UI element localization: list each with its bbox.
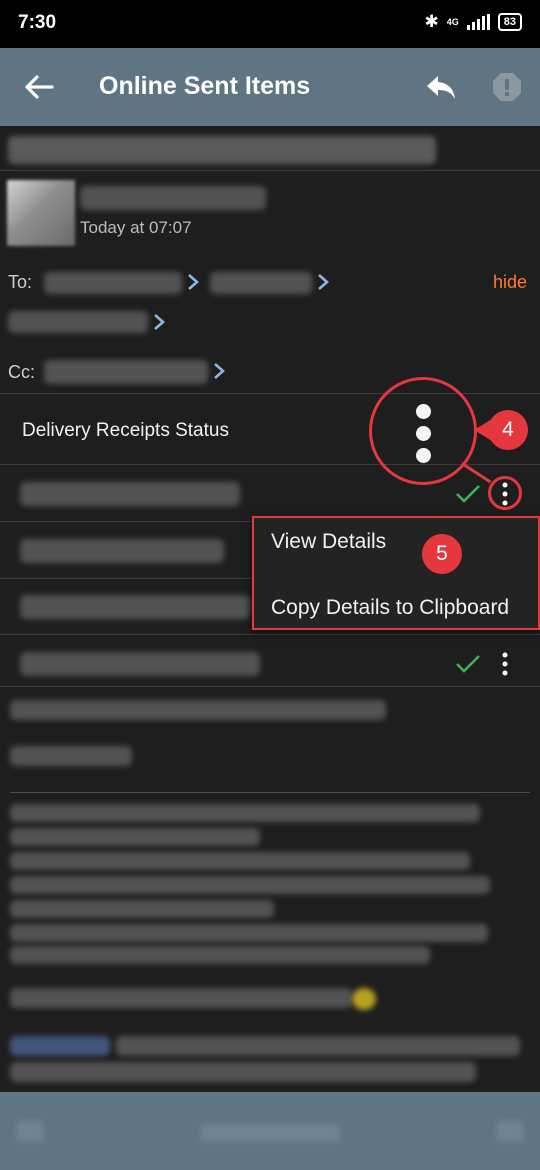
receipt-recipient: [20, 595, 250, 619]
sender-name[interactable]: [80, 186, 266, 210]
more-vert-icon[interactable]: [500, 651, 510, 677]
to-label: To:: [8, 272, 33, 292]
back-arrow-icon[interactable]: [22, 70, 56, 104]
delivery-receipts-title: Delivery Receipts Status: [22, 420, 229, 441]
cc-recipient-chip[interactable]: [44, 360, 208, 384]
more-vert-icon-zoom: [416, 404, 431, 419]
receipt-recipient: [20, 652, 260, 676]
chevron-right-icon[interactable]: [316, 273, 330, 291]
email-body-line: [10, 1062, 476, 1082]
more-vert-icon-zoom: [416, 448, 431, 463]
annotation-connector: [461, 462, 492, 484]
chevron-right-icon[interactable]: [212, 362, 226, 380]
bottom-toolbar: [0, 1092, 540, 1170]
status-time: 7:30: [18, 12, 57, 33]
bluetooth-icon: ✱: [424, 12, 439, 31]
receipt-recipient: [20, 482, 240, 506]
annotation-callout-circle: [369, 377, 477, 485]
divider: [0, 686, 540, 687]
checkmark-icon: [456, 485, 480, 503]
annotation-highlight-circle: [488, 476, 522, 510]
email-body-line: [10, 924, 488, 942]
avatar[interactable]: [7, 180, 75, 246]
email-body-line: [116, 1036, 520, 1056]
status-bar: 7:30 ✱ 4G 83: [0, 0, 540, 48]
menu-item-copy-details[interactable]: Copy Details to Clipboard: [271, 596, 509, 620]
checkmark-icon: [456, 655, 480, 673]
recipient-chip[interactable]: [8, 311, 148, 333]
recipient-chip[interactable]: [44, 272, 182, 294]
annotation-badge-5: 5: [422, 534, 462, 574]
mention-link[interactable]: [10, 1036, 110, 1056]
alert-icon[interactable]: [492, 72, 522, 102]
hide-link[interactable]: hide: [493, 272, 527, 293]
toolbar-label: [200, 1124, 340, 1142]
app-bar: Online Sent Items: [0, 48, 540, 126]
more-vert-icon-zoom: [416, 426, 431, 441]
toolbar-icon[interactable]: [16, 1120, 44, 1142]
email-body-line: [10, 746, 132, 766]
email-body-line: [10, 988, 352, 1008]
page-title: Online Sent Items: [99, 72, 311, 100]
battery-icon: 83: [497, 13, 522, 31]
email-body-line: [10, 804, 480, 822]
sent-time: Today at 07:07: [80, 218, 192, 237]
email-subject: [8, 136, 436, 164]
toolbar-icon[interactable]: [496, 1120, 524, 1142]
annotation-badge-4: 4: [488, 410, 528, 450]
receipt-recipient: [20, 539, 224, 563]
context-menu: View Details Copy Details to Clipboard 5: [252, 516, 540, 630]
email-body-line: [10, 700, 386, 720]
menu-item-view-details[interactable]: View Details: [271, 530, 386, 554]
chevron-right-icon[interactable]: [186, 273, 200, 291]
emoji-icon: [352, 988, 376, 1010]
network-type: 4G: [446, 16, 459, 27]
cc-label: Cc:: [8, 362, 35, 382]
email-body-line: [10, 900, 274, 918]
divider: [0, 634, 540, 635]
email-body-line: [10, 852, 470, 870]
email-body-line: [10, 828, 260, 846]
quote-divider: [10, 792, 530, 793]
signal-icon: [466, 14, 490, 30]
recipient-chip[interactable]: [210, 272, 312, 294]
email-body-line: [10, 876, 490, 894]
status-icons: ✱ 4G 83: [424, 12, 522, 32]
chevron-right-icon[interactable]: [152, 313, 166, 331]
email-body-line: [10, 946, 430, 964]
reply-icon[interactable]: [424, 72, 458, 102]
divider: [0, 170, 540, 171]
